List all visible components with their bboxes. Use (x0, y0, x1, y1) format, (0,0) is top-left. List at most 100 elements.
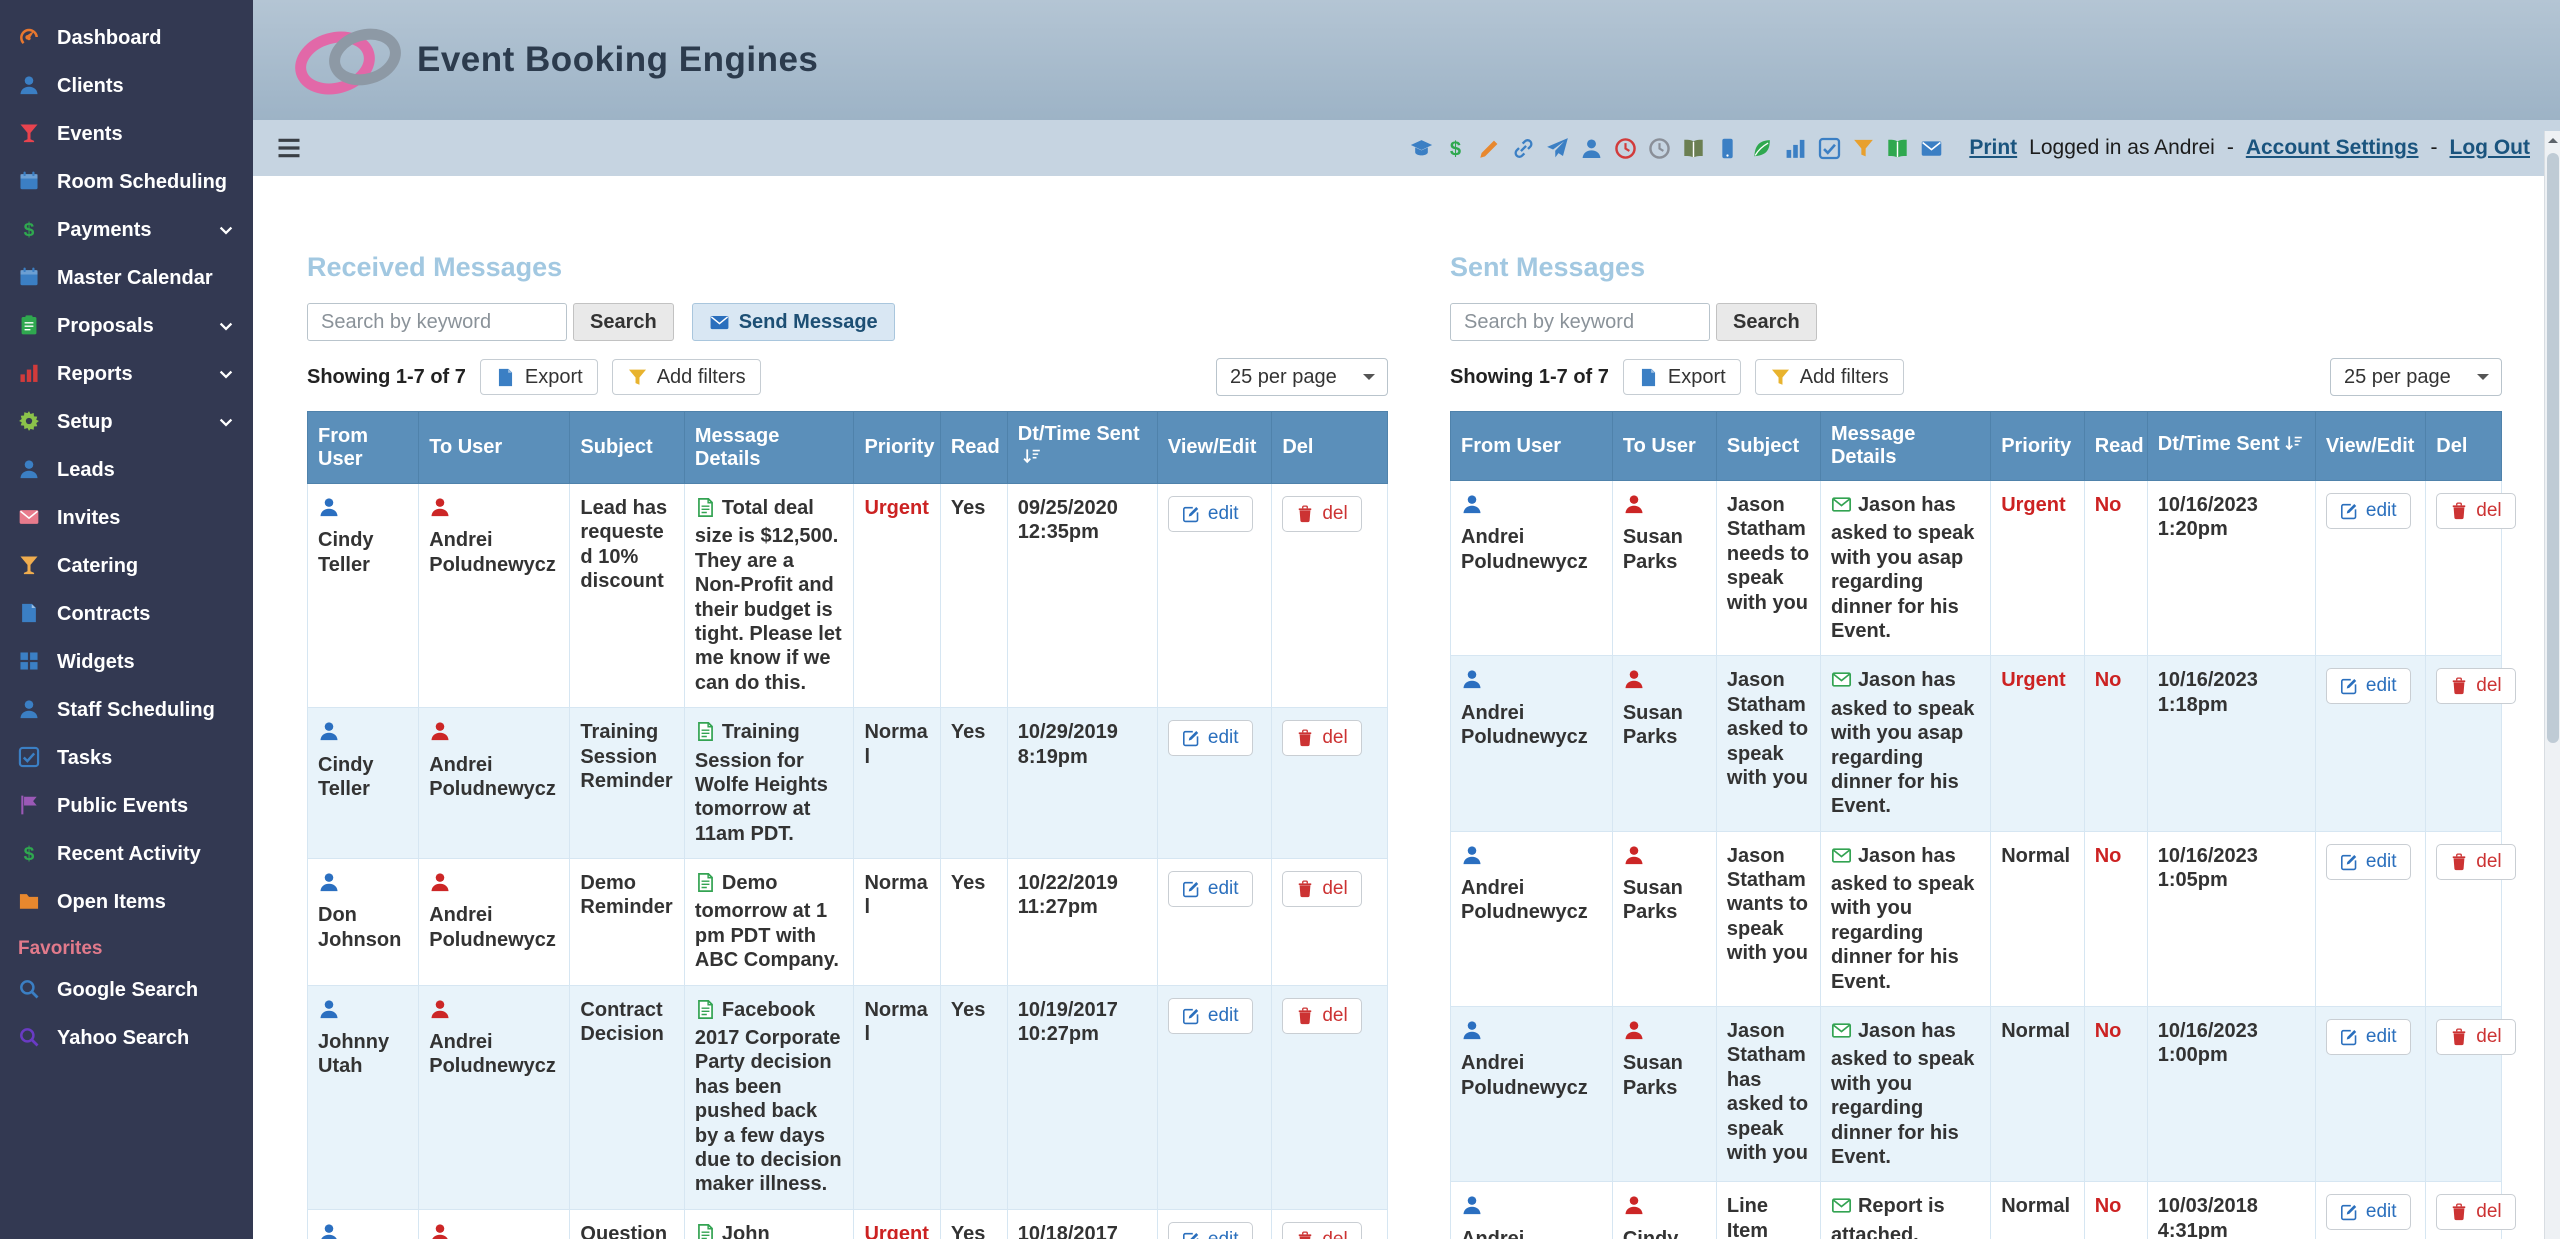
book-icon[interactable] (1682, 137, 1705, 160)
clock-icon[interactable] (1614, 137, 1637, 160)
delete-button[interactable]: del (2436, 1194, 2515, 1230)
panel-title-sent: Sent Messages (1450, 252, 2502, 283)
message-details-cell: Demo tomorrow at 1 pm PDT with ABC Compa… (684, 859, 854, 986)
edit-button[interactable]: edit (1168, 871, 1253, 907)
sidebar-item-dashboard[interactable]: Dashboard (0, 14, 253, 62)
column-header-dt-time-sent[interactable]: Dt/Time Sent (1007, 412, 1157, 484)
clock-icon[interactable] (1648, 137, 1671, 160)
sidebar-item-reports[interactable]: Reports (0, 350, 253, 398)
per-page-select[interactable]: 25 per page (2330, 358, 2502, 396)
edit-button[interactable]: edit (1168, 496, 1253, 532)
edit-button[interactable]: edit (1168, 998, 1253, 1034)
sent-time-cell: 10/19/2017 10:27pm (1007, 985, 1157, 1209)
vertical-scrollbar[interactable] (2544, 131, 2560, 1239)
delete-button[interactable]: del (2436, 493, 2515, 529)
logout-link[interactable]: Log Out (2450, 136, 2530, 160)
funnel-icon[interactable] (1852, 137, 1875, 160)
received-showing-row: Showing 1-7 of 7 Export Add filters 25 p… (307, 358, 1388, 396)
sidebar-item-proposals[interactable]: Proposals (0, 302, 253, 350)
sidebar-item-contracts[interactable]: Contracts (0, 590, 253, 638)
sidebar-item-label: Invites (57, 507, 120, 530)
sidebar-item-staff-scheduling[interactable]: Staff Scheduling (0, 686, 253, 734)
read-cell: No (2084, 481, 2147, 656)
separator: - (2431, 136, 2438, 160)
column-header-dt-time-sent[interactable]: Dt/Time Sent (2147, 412, 2315, 481)
sidebar-item-label: Leads (57, 459, 115, 482)
sidebar-item-catering[interactable]: Catering (0, 542, 253, 590)
contracts-icon (18, 602, 42, 626)
sidebar-item-invites[interactable]: Invites (0, 494, 253, 542)
view-edit-cell: edit (1157, 484, 1271, 708)
sent-table-header: From UserTo UserSubjectMessage DetailsPr… (1451, 412, 2502, 481)
link-icon[interactable] (1512, 137, 1535, 160)
sidebar-item-clients[interactable]: Clients (0, 62, 253, 110)
person-icon[interactable] (1580, 137, 1603, 160)
sidebar-item-recent-activity[interactable]: $ Recent Activity (0, 830, 253, 878)
trash-icon (1296, 880, 1314, 898)
scrollbar-thumb[interactable] (2547, 153, 2559, 743)
search-input[interactable] (1450, 303, 1710, 341)
dollar-icon[interactable]: $ (1444, 137, 1467, 160)
edit-button[interactable]: edit (2326, 844, 2411, 880)
print-link[interactable]: Print (1969, 136, 2017, 160)
search-input[interactable] (307, 303, 567, 341)
account-settings-link[interactable]: Account Settings (2246, 136, 2419, 160)
sidebar-item-master-calendar[interactable]: Master Calendar (0, 254, 253, 302)
checkbox-icon[interactable] (1818, 137, 1841, 160)
search-button[interactable]: Search (1716, 303, 1817, 341)
pencil-icon (2340, 1028, 2358, 1046)
add-filters-button[interactable]: Add filters (1755, 359, 1904, 395)
edit-button[interactable]: edit (2326, 493, 2411, 529)
sidebar-item-google-search[interactable]: Google Search (0, 966, 253, 1014)
sidebar-item-label: Catering (57, 555, 138, 578)
chart-icon[interactable] (1784, 137, 1807, 160)
column-header-from-user: From User (1451, 412, 1613, 481)
delete-button[interactable]: del (1282, 496, 1361, 532)
sidebar-item-events[interactable]: Events (0, 110, 253, 158)
delete-button[interactable]: del (1282, 871, 1361, 907)
edit-button[interactable]: edit (2326, 1194, 2411, 1230)
sidebar-item-payments[interactable]: $ Payments (0, 206, 253, 254)
leaf-icon[interactable] (1750, 137, 1773, 160)
per-page-select[interactable]: 25 per page (1216, 358, 1388, 396)
pencil-icon (1182, 1231, 1200, 1239)
edit-button[interactable]: edit (2326, 1019, 2411, 1055)
scroll-up-arrow[interactable] (2545, 131, 2560, 149)
from-user-cell: Andrei Poludnewycz (1451, 1182, 1613, 1239)
sidebar-item-room-scheduling[interactable]: Room Scheduling (0, 158, 253, 206)
delete-button[interactable]: del (1282, 720, 1361, 756)
delete-button[interactable]: del (2436, 668, 2515, 704)
edit-button[interactable]: edit (2326, 668, 2411, 704)
send-message-button[interactable]: Send Message (692, 303, 895, 341)
del-cell: del (1272, 708, 1388, 859)
main-area: Event Booking Engines $ Print Logged in … (253, 0, 2560, 1239)
delete-button[interactable]: del (2436, 844, 2515, 880)
graduation-cap-icon[interactable] (1410, 137, 1433, 160)
book-icon[interactable] (1886, 137, 1909, 160)
export-button[interactable]: Export (480, 359, 598, 395)
sidebar-item-widgets[interactable]: Widgets (0, 638, 253, 686)
edit-button[interactable]: edit (1168, 720, 1253, 756)
sidebar-item-setup[interactable]: Setup (0, 398, 253, 446)
search-button[interactable]: Search (573, 303, 674, 341)
delete-button[interactable]: del (1282, 998, 1361, 1034)
sidebar-item-leads[interactable]: Leads (0, 446, 253, 494)
widgets-icon (18, 650, 42, 674)
paper-plane-icon[interactable] (1546, 137, 1569, 160)
from-user-cell: Andrei Poludnewycz (1451, 656, 1613, 831)
export-button[interactable]: Export (1623, 359, 1741, 395)
menu-icon[interactable] (275, 134, 303, 162)
sidebar-item-public-events[interactable]: Public Events (0, 782, 253, 830)
view-edit-cell: edit (2315, 831, 2425, 1006)
sidebar-item-open-items[interactable]: Open Items (0, 878, 253, 926)
send-message-label: Send Message (739, 311, 878, 334)
envelope-icon[interactable] (1920, 137, 1943, 160)
sidebar-item-yahoo-search[interactable]: Yahoo Search (0, 1014, 253, 1062)
sidebar-item-tasks[interactable]: Tasks (0, 734, 253, 782)
add-filters-button[interactable]: Add filters (612, 359, 761, 395)
edit-button[interactable]: edit (1168, 1222, 1253, 1239)
delete-button[interactable]: del (1282, 1222, 1361, 1239)
delete-button[interactable]: del (2436, 1019, 2515, 1055)
mobile-icon[interactable] (1716, 137, 1739, 160)
pencil-icon[interactable] (1478, 137, 1501, 160)
